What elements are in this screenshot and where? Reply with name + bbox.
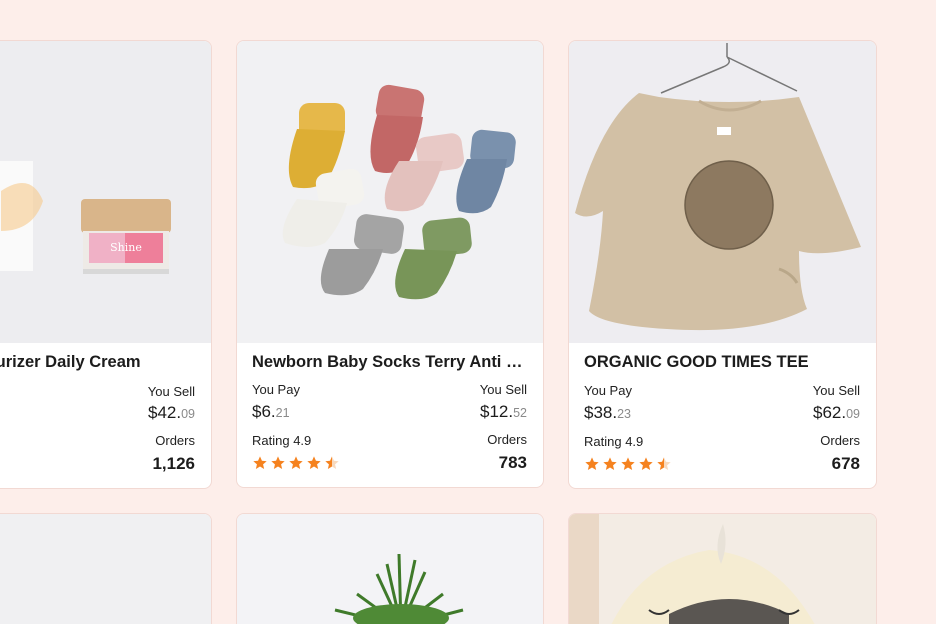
product-image[interactable]: [237, 514, 543, 624]
product-card-tee[interactable]: ORGANIC GOOD TIMES TEE You Pay $38.23 Yo…: [568, 40, 877, 489]
star-icon: [289, 456, 303, 469]
product-card-moisturizer[interactable]: Shine sturizer Daily Cream You Sell $42.…: [0, 40, 212, 489]
orders-count: 678: [831, 454, 860, 473]
rating-stars: [584, 456, 672, 472]
you-pay-price: $6.21: [252, 402, 290, 421]
rating-stars: [252, 455, 340, 471]
star-icon: [657, 457, 671, 470]
product-image[interactable]: [569, 41, 876, 343]
product-card-row2-3[interactable]: [568, 513, 877, 624]
orders-label: Orders: [820, 433, 860, 448]
star-icon: [585, 457, 599, 470]
product-card-row2-1[interactable]: [0, 513, 212, 624]
product-card-row2-2[interactable]: [236, 513, 544, 624]
star-icon: [271, 456, 285, 469]
orders-count: 783: [498, 453, 527, 472]
star-icon: [603, 457, 617, 470]
orders-count: 1,126: [152, 454, 195, 473]
orders-label: Orders: [155, 433, 195, 448]
product-title[interactable]: sturizer Daily Cream: [0, 353, 196, 372]
you-sell-price: $12.52: [480, 402, 527, 421]
you-sell-price: $62.09: [813, 403, 860, 422]
jar-label: Shine: [110, 241, 142, 254]
you-sell-label: You Sell: [812, 383, 860, 398]
you-sell-label: You Sell: [147, 384, 195, 399]
you-pay-price: $38.23: [584, 403, 631, 422]
you-pay-label: You Pay: [584, 383, 632, 398]
you-pay-label: You Pay: [252, 382, 300, 397]
product-grid: Shine sturizer Daily Cream You Sell $42.…: [0, 0, 936, 624]
product-card-baby-socks[interactable]: Newborn Baby Socks Terry Anti Sli... You…: [236, 40, 544, 488]
rating-label: Rating 4.9: [252, 433, 312, 448]
product-image[interactable]: [569, 514, 876, 624]
star-icon: [253, 456, 267, 469]
rating-label: Rating 4.9: [584, 434, 644, 449]
orders-label: Orders: [487, 432, 527, 447]
you-sell-price: $42.09: [148, 403, 195, 422]
product-image[interactable]: [0, 514, 211, 624]
you-sell-label: You Sell: [479, 382, 527, 397]
star-icon: [639, 457, 653, 470]
star-icon: [621, 457, 635, 470]
product-image[interactable]: Shine: [0, 41, 211, 343]
product-image[interactable]: [237, 41, 543, 343]
star-icon: [325, 456, 339, 469]
product-title[interactable]: Newborn Baby Socks Terry Anti Sli...: [252, 353, 528, 372]
star-icon: [307, 456, 321, 469]
product-title[interactable]: ORGANIC GOOD TIMES TEE: [584, 353, 861, 372]
